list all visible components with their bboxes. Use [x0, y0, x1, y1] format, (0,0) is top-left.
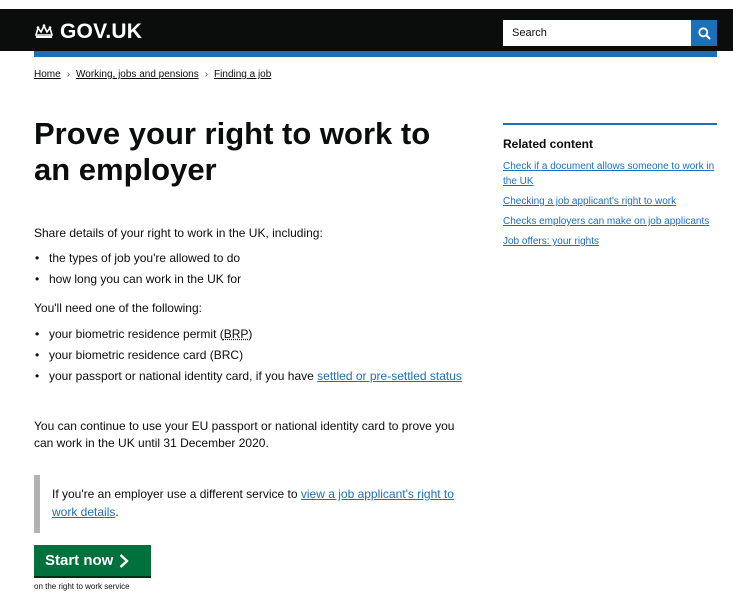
list-item: Job offers: your rights [503, 234, 717, 249]
search-button[interactable] [691, 20, 717, 46]
search-form [503, 20, 717, 46]
list-item: • your biometric residence card (BRC) [35, 348, 244, 362]
documents-list: • your biometric residence permit (BRP) •… [34, 326, 474, 389]
crown-icon [34, 24, 54, 38]
list-item-text: the types of job you're allowed to do [49, 251, 241, 265]
brp-abbreviation: BRP [223, 327, 249, 341]
breadcrumb-finding-a-job[interactable]: Finding a job [214, 69, 271, 80]
related-content-heading: Related content [503, 137, 594, 151]
list-item: • your biometric residence permit (BRP) [35, 327, 253, 341]
inset-text-end: . [115, 505, 119, 519]
list-item: • how long you can work in the UK for [35, 272, 242, 286]
breadcrumb-working-jobs-pensions[interactable]: Working, jobs and pensions [76, 69, 199, 80]
logo-text: GOV.UK [60, 20, 143, 43]
right-to-work-details-list: • the types of job you're allowed to do •… [34, 250, 474, 292]
chevron-right-icon [120, 553, 130, 568]
start-button-caption: on the right to work service [34, 582, 130, 591]
list-item: • your passport or national identity card… [35, 369, 462, 383]
list-item-text: your biometric residence permit ( [49, 327, 224, 341]
list-item: • the types of job you're allowed to do [35, 251, 241, 265]
need-one-text: You'll need one of the following: [34, 301, 202, 315]
search-input[interactable] [503, 20, 691, 46]
list-item: Check if a document allows someone to wo… [503, 159, 717, 189]
related-link-checks-employers[interactable]: Checks employers can make on job applica… [503, 216, 709, 227]
list-item-text: your passport or national identity card,… [49, 369, 318, 383]
settled-status-link[interactable]: settled or pre-settled status [317, 369, 462, 383]
list-item-text: how long you can work in the UK for [49, 272, 242, 286]
related-link-check-document[interactable]: Check if a document allows someone to wo… [503, 161, 714, 187]
header-blue-bar [34, 51, 717, 57]
employer-inset-text: If you're an employer use a different se… [34, 475, 454, 533]
search-icon [697, 26, 711, 40]
related-link-checking-applicant[interactable]: Checking a job applicant's right to work [503, 196, 676, 207]
related-links-list: Check if a document allows someone to wo… [503, 159, 717, 249]
eu-passport-text: You can continue to use your EU passport… [34, 419, 455, 450]
breadcrumb: Home › Working, jobs and pensions › Find… [34, 69, 271, 80]
list-item-text: ) [248, 327, 253, 341]
site-header: GOV.UK [0, 9, 733, 51]
breadcrumb-home[interactable]: Home [34, 69, 61, 80]
start-now-button[interactable]: Start now [34, 545, 151, 576]
list-item: Checking a job applicant's right to work [503, 194, 717, 209]
intro-text: Share details of your right to work in t… [34, 226, 323, 240]
list-item: Checks employers can make on job applica… [503, 214, 717, 229]
govuk-logo[interactable]: GOV.UK [34, 20, 142, 44]
inset-text: If you're an employer use a different se… [52, 487, 301, 501]
related-content: Related content Check if a document allo… [503, 123, 717, 254]
page-title: Prove your right to work to an employer [34, 116, 431, 187]
breadcrumb-separator-icon: › [66, 69, 71, 80]
related-link-job-offers[interactable]: Job offers: your rights [503, 236, 599, 247]
list-item-text: your biometric residence card (BRC) [49, 348, 244, 362]
start-button-label: Start now [45, 552, 114, 569]
breadcrumb-separator-icon: › [204, 69, 209, 80]
